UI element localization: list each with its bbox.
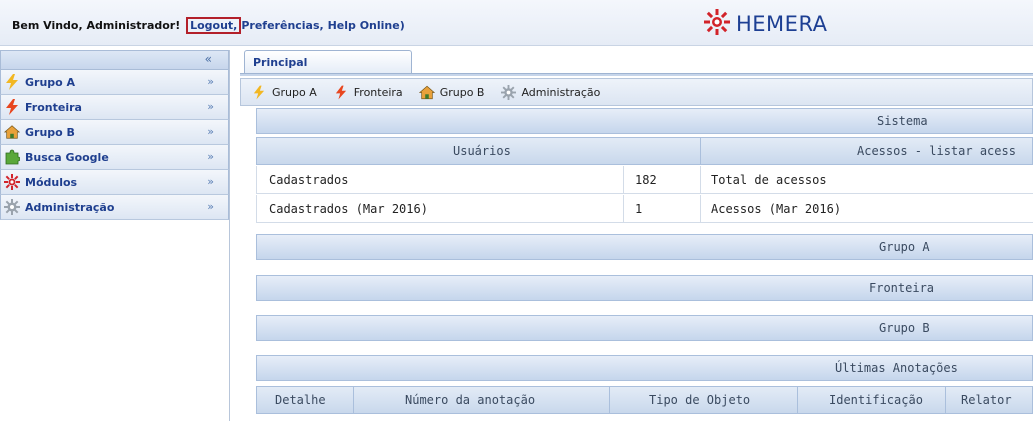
expand-arrow-icon[interactable]: » — [207, 125, 214, 138]
fronteira-panel-header[interactable]: Fronteira — [256, 275, 1033, 301]
row-value: 182 — [635, 173, 657, 187]
sistema-panel-header[interactable]: Sistema — [256, 108, 1033, 134]
tab-strip — [240, 73, 1033, 76]
row-label: Cadastrados — [269, 173, 349, 187]
table-row: Cadastrados (Mar 2016) 1 Acessos (Mar 20… — [256, 195, 1033, 223]
grupo-b-panel-header[interactable]: Grupo B — [256, 315, 1033, 341]
column-separator — [623, 166, 624, 194]
logo-text: HEMERA — [736, 11, 828, 36]
welcome-text: Bem Vindo, Administrador! — [12, 19, 181, 32]
toolbar-label: Grupo B — [439, 85, 485, 99]
sidebar-item-grupo-a[interactable]: Grupo A » — [0, 70, 229, 95]
column-header[interactable]: Relator — [961, 393, 1012, 407]
logout-link[interactable]: Logout, — [186, 17, 242, 34]
lightning-icon — [251, 84, 267, 100]
sidebar-item-modulos[interactable]: Módulos » — [0, 170, 229, 195]
sidebar-item-label: Módulos — [25, 175, 78, 189]
panel-title: Fronteira — [869, 281, 935, 295]
column-separator — [797, 387, 798, 413]
toolbar-label: Administração — [521, 85, 601, 99]
sidebar-item-fronteira[interactable]: Fronteira » — [0, 95, 229, 120]
grupo-a-panel-header[interactable]: Grupo A — [256, 234, 1033, 260]
sistema-columns-header: Usuários Acessos - listar acess — [256, 137, 1033, 165]
lightning-icon — [333, 84, 349, 100]
toolbar-administracao[interactable]: Administração — [500, 84, 600, 100]
house-icon — [4, 124, 20, 140]
column-header[interactable]: Identificação — [829, 393, 923, 407]
welcome-line: Bem Vindo, Administrador! Logout, Preferê… — [12, 17, 405, 34]
gear-icon — [4, 199, 20, 215]
column-header[interactable]: Número da anotação — [405, 393, 535, 407]
row-label: Cadastrados (Mar 2016) — [269, 202, 428, 216]
toolbar-grupo-a[interactable]: Grupo A — [251, 84, 317, 100]
anotacoes-columns-header: Detalhe Número da anotação Tipo de Objet… — [256, 386, 1033, 414]
toolbar-label: Grupo A — [272, 85, 317, 99]
expand-arrow-icon[interactable]: » — [207, 150, 214, 163]
column-header[interactable]: Detalhe — [275, 393, 326, 407]
main-panel: Principal Grupo A Fronteira Grupo B Admi… — [240, 50, 1033, 421]
help-online-link[interactable]: Help Online) — [328, 19, 405, 32]
tab-principal[interactable]: Principal — [244, 50, 412, 74]
sidebar-item-label: Grupo A — [25, 75, 76, 89]
column-header[interactable]: Tipo de Objeto — [649, 393, 750, 407]
column-separator — [700, 166, 701, 194]
column-separator — [609, 387, 610, 413]
expand-arrow-icon[interactable]: » — [207, 100, 214, 113]
row-value: 1 — [635, 202, 643, 216]
toolbar-fronteira[interactable]: Fronteira — [333, 84, 403, 100]
panel-title: Últimas Anotações — [835, 361, 958, 375]
sidebar-collapse-button[interactable]: « — [0, 50, 229, 70]
sidebar: « Grupo A » Fronteira » Grupo B » Busca … — [0, 50, 230, 421]
expand-arrow-icon[interactable]: » — [207, 175, 214, 188]
sun-logo-icon — [704, 9, 730, 38]
top-header: Bem Vindo, Administrador! Logout, Preferê… — [0, 0, 1033, 46]
row-access-label: Acessos (Mar 2016) — [711, 202, 842, 216]
sidebar-item-label: Grupo B — [25, 125, 75, 139]
gear-icon — [500, 84, 516, 100]
column-separator — [700, 195, 701, 223]
puzzle-icon — [4, 149, 20, 165]
usuarios-header: Usuários — [453, 144, 511, 158]
preferences-link[interactable]: Preferências, — [241, 19, 323, 32]
content-area: Sistema Usuários Acessos - listar acess … — [240, 106, 1033, 421]
lightning-icon — [4, 99, 20, 115]
sidebar-item-administracao[interactable]: Administração » — [0, 195, 229, 220]
ultimas-anotacoes-panel-header[interactable]: Últimas Anotações — [256, 355, 1033, 381]
sidebar-item-grupo-b[interactable]: Grupo B » — [0, 120, 229, 145]
sidebar-item-busca-google[interactable]: Busca Google » — [0, 145, 229, 170]
column-separator — [700, 138, 701, 164]
toolbar-label: Fronteira — [353, 85, 403, 99]
column-separator — [623, 195, 624, 223]
toolbar: Grupo A Fronteira Grupo B Administração — [240, 78, 1033, 106]
panel-title: Sistema — [877, 114, 928, 128]
expand-arrow-icon[interactable]: » — [207, 200, 214, 213]
toolbar-grupo-b[interactable]: Grupo B — [418, 84, 485, 100]
lightning-icon — [4, 74, 20, 90]
hemera-logo: HEMERA — [704, 9, 828, 38]
sidebar-item-label: Fronteira — [25, 100, 82, 114]
house-icon — [418, 84, 435, 100]
sun-gear-icon — [4, 174, 20, 190]
column-separator — [353, 387, 354, 413]
table-row: Cadastrados 182 Total de acessos — [256, 166, 1033, 194]
row-access-label: Total de acessos — [711, 173, 827, 187]
sidebar-item-label: Busca Google — [25, 150, 109, 164]
sidebar-item-label: Administração — [25, 200, 115, 214]
acessos-header-link[interactable]: Acessos - listar acess — [857, 144, 1016, 158]
panel-title: Grupo A — [879, 240, 930, 254]
panel-title: Grupo B — [879, 321, 930, 335]
column-separator — [945, 387, 946, 413]
expand-arrow-icon[interactable]: » — [207, 75, 214, 88]
